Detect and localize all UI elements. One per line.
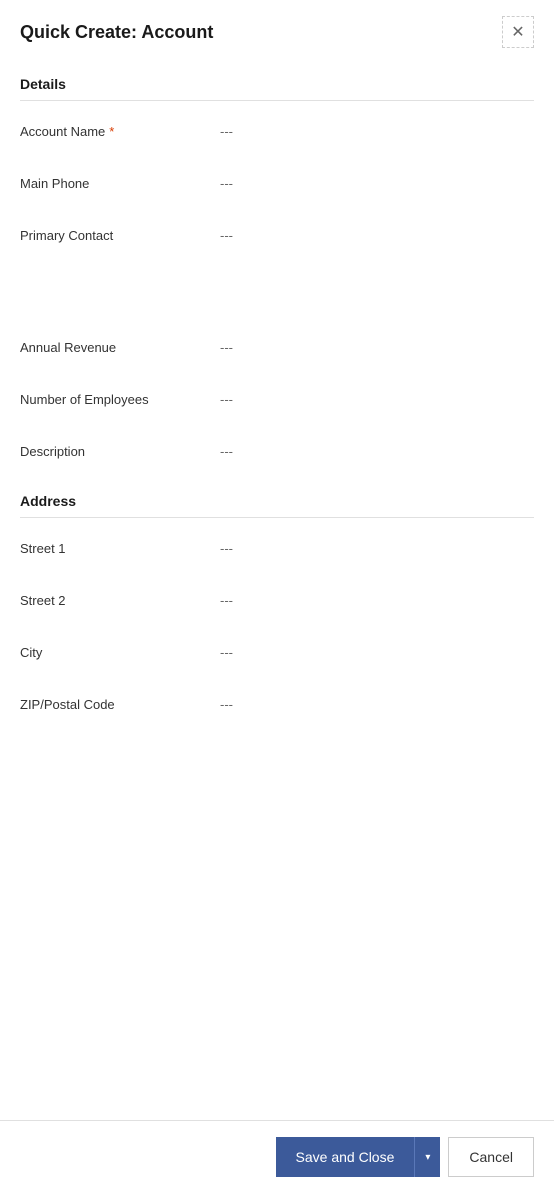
zip-label: ZIP/Postal Code [20, 697, 220, 712]
city-label: City [20, 645, 220, 660]
main-phone-row: Main Phone --- [20, 157, 534, 209]
quick-create-modal: Quick Create: Account ✕ Details Account … [0, 0, 554, 1193]
details-spacer [20, 261, 534, 321]
modal-header: Quick Create: Account ✕ [0, 0, 554, 60]
close-button[interactable]: ✕ [502, 16, 534, 48]
chevron-down-icon: ▾ [425, 1152, 430, 1163]
description-label: Description [20, 444, 220, 459]
primary-contact-label: Primary Contact [20, 228, 220, 243]
city-value[interactable]: --- [220, 645, 534, 660]
address-section-header: Address [20, 477, 534, 518]
street1-value[interactable]: --- [220, 541, 534, 556]
street2-label: Street 2 [20, 593, 220, 608]
account-name-row: Account Name * --- [20, 105, 534, 157]
save-close-dropdown-button[interactable]: ▾ [414, 1137, 440, 1177]
street1-row: Street 1 --- [20, 522, 534, 574]
num-employees-label: Number of Employees [20, 392, 220, 407]
modal-footer: Save and Close ▾ Cancel [0, 1120, 554, 1193]
required-star: * [109, 124, 114, 139]
modal-content: Details Account Name * --- Main Phone --… [0, 60, 554, 1120]
zip-row: ZIP/Postal Code --- [20, 678, 534, 730]
annual-revenue-row: Annual Revenue --- [20, 321, 534, 373]
num-employees-value[interactable]: --- [220, 392, 534, 407]
num-employees-row: Number of Employees --- [20, 373, 534, 425]
street2-row: Street 2 --- [20, 574, 534, 626]
annual-revenue-value[interactable]: --- [220, 340, 534, 355]
primary-contact-row: Primary Contact --- [20, 209, 534, 261]
modal-title: Quick Create: Account [20, 22, 213, 43]
account-name-value[interactable]: --- [220, 124, 534, 139]
primary-contact-value[interactable]: --- [220, 228, 534, 243]
main-phone-value[interactable]: --- [220, 176, 534, 191]
details-section-header: Details [20, 60, 534, 101]
cancel-button[interactable]: Cancel [448, 1137, 534, 1177]
save-close-button[interactable]: Save and Close [276, 1137, 415, 1177]
street2-value[interactable]: --- [220, 593, 534, 608]
account-name-label: Account Name * [20, 124, 220, 139]
annual-revenue-label: Annual Revenue [20, 340, 220, 355]
street1-label: Street 1 [20, 541, 220, 556]
city-row: City --- [20, 626, 534, 678]
description-value[interactable]: --- [220, 444, 534, 459]
bottom-spacer [20, 730, 534, 1010]
description-row: Description --- [20, 425, 534, 477]
main-phone-label: Main Phone [20, 176, 220, 191]
zip-value[interactable]: --- [220, 697, 534, 712]
